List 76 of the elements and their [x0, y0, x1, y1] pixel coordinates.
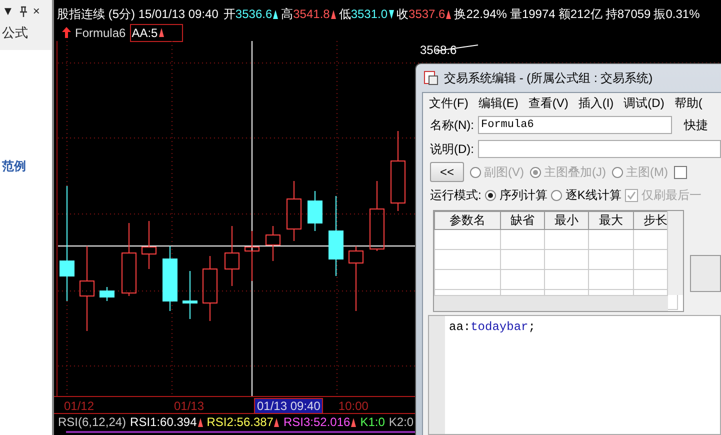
column-header[interactable]: 最小: [544, 212, 589, 230]
column-header[interactable]: 缺省: [500, 212, 544, 230]
quote-stat: 振0.31%: [654, 6, 700, 22]
up-arrow-icon: [446, 10, 452, 18]
checkbox[interactable]: [674, 166, 687, 178]
candlestick: [142, 220, 156, 270]
quote-stat: 收3537.6: [396, 6, 446, 22]
panel-title: 公式: [1, 24, 29, 42]
scrollbar[interactable]: [667, 211, 684, 295]
column-header[interactable]: 最大: [588, 212, 634, 230]
code-line: aa:todaybar;: [448, 319, 536, 336]
axis-label: 01/12: [64, 399, 96, 413]
menu-item[interactable]: 文件(F): [429, 94, 468, 112]
price-label: 3568.6: [420, 43, 457, 57]
name-field[interactable]: Formula6: [478, 116, 672, 134]
down-arrow-icon: [388, 10, 394, 18]
formula-value: AA:5: [132, 26, 158, 40]
indicator-value: K1:0: [360, 415, 385, 429]
up-arrow-icon: [158, 28, 164, 37]
menu-item[interactable]: 查看(V): [528, 94, 568, 112]
up-arrow-icon: [351, 418, 356, 426]
quote-stat: 持87059: [605, 6, 651, 22]
field-label: 名称(N):: [430, 116, 474, 134]
indicator-value: RSI3:52.016: [283, 415, 350, 429]
candlestick: [100, 286, 114, 302]
quote-stat: 换22.94%: [454, 6, 507, 22]
collapse-button[interactable]: <<: [430, 162, 464, 182]
up-arrow-icon: [62, 27, 71, 38]
code-editor[interactable]: aa:todaybar;: [428, 315, 721, 435]
candlestick: [308, 190, 322, 232]
candlestick: [162, 246, 178, 312]
pin-icon: [18, 6, 28, 16]
quote-title: 股指连续 (5分) 15/01/13 09:40: [57, 6, 218, 22]
up-arrow-icon: [330, 10, 336, 18]
scrollbar[interactable]: [434, 295, 668, 311]
radio-button[interactable]: 序列计算: [485, 186, 548, 204]
quote-stat: 高3541.8: [281, 6, 330, 22]
quote-stat: 开3536.6: [223, 6, 272, 22]
quote-stat: 低3531.0: [338, 6, 388, 22]
formula-name: Formula6: [75, 26, 126, 40]
field-label: 运行模式:: [430, 186, 482, 204]
side-button[interactable]: [690, 255, 721, 292]
axis-label: 10:00: [338, 399, 370, 413]
radio-button[interactable]: 逐K线计算: [551, 186, 622, 204]
close-button[interactable]: ×: [32, 4, 40, 18]
candlestick: [202, 256, 218, 322]
axis-label: 01/13 09:40: [255, 399, 322, 413]
indicator-value: RSI2:56.387: [206, 415, 274, 429]
candlestick: [286, 180, 302, 242]
description-field[interactable]: [478, 140, 721, 158]
candlestick: [224, 226, 240, 286]
candlestick: [244, 230, 260, 282]
field-label: 快捷: [684, 116, 708, 134]
column-header[interactable]: 参数名: [434, 212, 500, 230]
candlestick: [182, 270, 198, 320]
up-arrow-icon: [198, 418, 203, 426]
menu-item[interactable]: 编辑(E): [478, 94, 518, 112]
up-arrow-icon: [273, 10, 278, 18]
indicator-name: RSI(6,12,24): [58, 415, 126, 429]
dropdown-button[interactable]: ▼: [2, 4, 14, 18]
window-title: 交易系统编辑 - (所属公式组 : 交易系统): [444, 70, 653, 86]
candlestick: [348, 246, 364, 312]
indicator-value: K2:0: [388, 415, 414, 429]
quote-stat: 量19974: [510, 6, 556, 22]
up-arrow-icon: [274, 418, 280, 426]
indicator-value: RSI1:60.394: [130, 415, 197, 429]
checkmark-icon: [627, 190, 636, 200]
menu-item[interactable]: 插入(I): [578, 94, 614, 112]
quote-stat: 额212亿: [558, 6, 602, 22]
menu-item[interactable]: 调试(D): [624, 94, 664, 112]
menu-item[interactable]: 帮助(: [674, 94, 702, 112]
candlestick: [370, 180, 384, 252]
field-label: 说明(D):: [430, 140, 474, 158]
app-icon: [424, 71, 438, 85]
candlestick: [266, 226, 280, 262]
tree-item[interactable]: 范例: [0, 158, 52, 175]
